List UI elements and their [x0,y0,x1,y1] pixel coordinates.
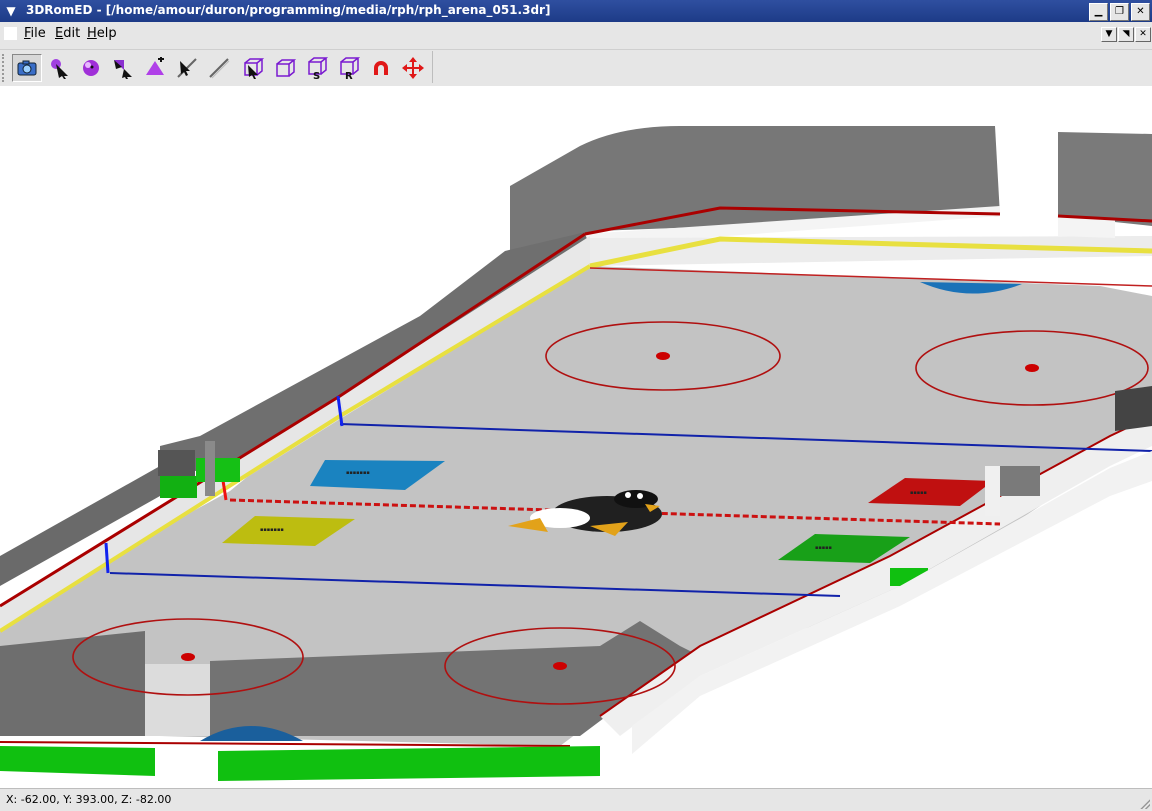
svg-text:R: R [345,71,353,80]
sphere-select-button[interactable] [76,54,106,82]
menu-edit-rest: dit [63,26,81,41]
window-title: 3DRomED - [/home/amour/duron/programming… [26,3,551,17]
move-arrows-button[interactable] [398,54,428,82]
select-edge-icon [177,58,197,78]
bottom-gap [145,664,210,736]
line-icon [209,58,230,79]
yellow-pad-label: ▪▪▪▪▪▪▪ [260,527,284,533]
document-icon[interactable] [4,27,17,40]
move-box-button[interactable] [270,54,300,82]
maximize-window-button[interactable]: ❐ [1110,3,1129,21]
red-pad-label: ▪▪▪▪▪ [910,490,927,496]
status-bar: X: -62.00, Y: 393.00, Z: -82.00 [0,788,1152,811]
select-face-icon [114,60,132,79]
3d-viewport[interactable]: ▪▪▪▪▪▪▪ ▪▪▪▪▪▪▪ ▪▪▪▪▪ ▪▪▪▪▪ [0,86,1152,788]
camera-icon [17,60,37,76]
add-triangle-icon [146,57,164,75]
resize-grip[interactable] [1138,797,1150,809]
app-window: ▼ 3DRomED - [/home/amour/duron/programmi… [0,0,1152,811]
menu-edit[interactable]: Edit [55,26,80,41]
bottom-center-kickplate [218,746,600,781]
menu-help[interactable]: Help [87,26,117,41]
bottom-left-kickplate [0,746,155,776]
back-wall-right [1058,132,1152,226]
minimize-window-button[interactable]: ▁ [1089,3,1108,21]
window-menu-chevron-icon[interactable]: ▼ [2,2,20,20]
select-face-button[interactable] [108,54,138,82]
select-vertex-icon [51,59,68,79]
scale-box-icon: S [308,57,328,80]
bottom-left-wall [0,631,145,736]
move-arrows-icon [402,57,424,79]
mdi-minimize-button[interactable]: ▼ [1101,27,1117,42]
line-tool-button[interactable] [204,54,234,82]
rotate-box-button[interactable]: R [334,54,364,82]
sphere-select-icon [83,60,99,76]
select-box-button[interactable] [238,54,268,82]
mdi-close-button[interactable]: ✕ [1135,27,1151,42]
menu-file-rest: ile [30,26,46,41]
select-edge-button[interactable] [172,54,202,82]
select-vertex-button[interactable] [44,54,74,82]
arena-scene[interactable]: ▪▪▪▪▪▪▪ ▪▪▪▪▪▪▪ ▪▪▪▪▪ ▪▪▪▪▪ [0,86,1152,788]
add-triangle-button[interactable] [140,54,170,82]
select-box-icon [244,58,264,79]
menu-help-mnemonic: H [87,26,97,41]
svg-text:S: S [313,71,320,80]
menu-edit-mnemonic: E [55,26,64,41]
magnet-tool-button[interactable] [366,54,396,82]
green-pad-label: ▪▪▪▪▪ [815,545,832,551]
menu-file[interactable]: File [24,26,46,41]
camera-tool-button[interactable] [12,54,42,82]
blue-pad-label: ▪▪▪▪▪▪▪ [346,470,370,476]
toolbar: S R [0,49,1152,86]
cursor-coordinates: X: -62.00, Y: 393.00, Z: -82.00 [6,793,172,806]
menu-bar: File Edit Help ▼ ◥ ✕ [0,22,1152,47]
blue-line-post-bottom [104,542,110,574]
title-bar[interactable]: ▼ 3DRomED - [/home/amour/duron/programmi… [0,0,1152,22]
menu-help-rest: elp [96,26,117,41]
close-window-button[interactable]: ✕ [1131,3,1150,21]
scale-box-button[interactable]: S [302,54,332,82]
magnet-icon [374,61,388,75]
mdi-restore-button[interactable]: ◥ [1118,27,1134,42]
move-box-icon [276,59,296,77]
rotate-box-icon: R [340,57,360,80]
